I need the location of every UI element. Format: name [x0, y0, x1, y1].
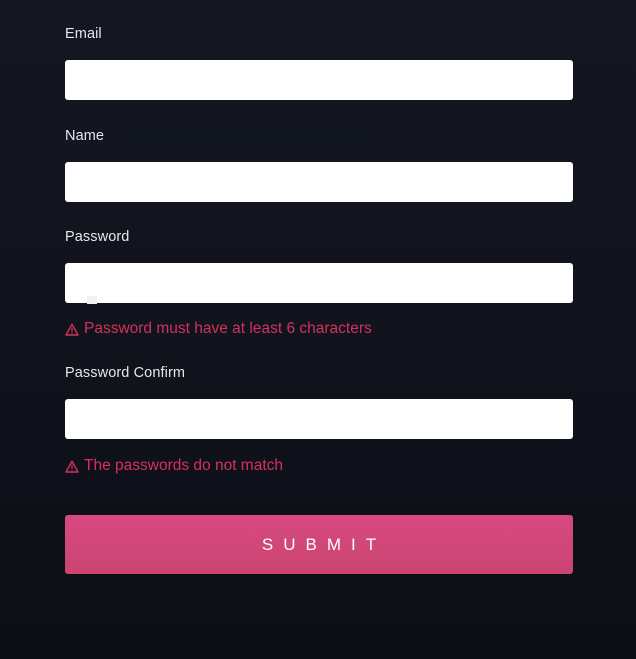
password-label: Password	[65, 229, 130, 245]
password-error-message: Password must have at least 6 characters	[65, 320, 372, 338]
warning-triangle-icon	[65, 460, 79, 473]
name-field[interactable]	[65, 162, 573, 202]
password-confirm-label: Password Confirm	[65, 365, 186, 381]
name-label: Name	[65, 128, 105, 144]
email-label: Email	[65, 26, 102, 42]
warning-triangle-icon	[65, 323, 79, 336]
password-confirm-error-text: The passwords do not match	[84, 457, 284, 474]
password-field[interactable]	[65, 263, 573, 303]
submit-button[interactable]: SUBMIT	[65, 515, 573, 574]
email-field[interactable]	[65, 60, 573, 100]
password-error-text: Password must have at least 6 characters	[84, 320, 372, 337]
password-confirm-field[interactable]	[65, 399, 573, 439]
password-confirm-error-message: The passwords do not match	[65, 457, 283, 475]
text-cursor-artifact	[87, 296, 97, 304]
